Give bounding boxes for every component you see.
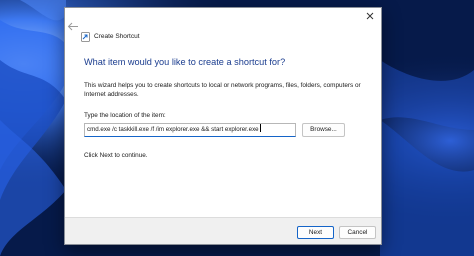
create-shortcut-dialog: Create Shortcut What item would you like… xyxy=(64,7,382,245)
text-caret xyxy=(259,124,261,132)
location-label: Type the location of the item: xyxy=(84,112,166,119)
continue-hint: Click Next to continue. xyxy=(84,152,148,159)
shortcut-app-icon xyxy=(81,32,90,42)
back-arrow-icon[interactable] xyxy=(67,22,79,31)
next-button[interactable]: Next xyxy=(297,226,334,239)
location-input[interactable]: cmd.exe /c taskkill.exe /f /im explorer.… xyxy=(84,123,296,137)
location-input-value: cmd.exe /c taskkill.exe /f /im explorer.… xyxy=(87,126,259,133)
wizard-heading: What item would you like to create a sho… xyxy=(84,57,286,67)
close-button[interactable] xyxy=(359,8,381,24)
dialog-footer: Next Cancel xyxy=(65,217,381,244)
browse-button[interactable]: Browse... xyxy=(302,123,345,137)
cancel-button[interactable]: Cancel xyxy=(339,226,376,239)
close-icon xyxy=(366,12,374,20)
wizard-description: This wizard helps you to create shortcut… xyxy=(84,82,361,98)
dialog-title: Create Shortcut xyxy=(94,33,140,40)
dialog-titlebar: Create Shortcut xyxy=(65,8,381,42)
